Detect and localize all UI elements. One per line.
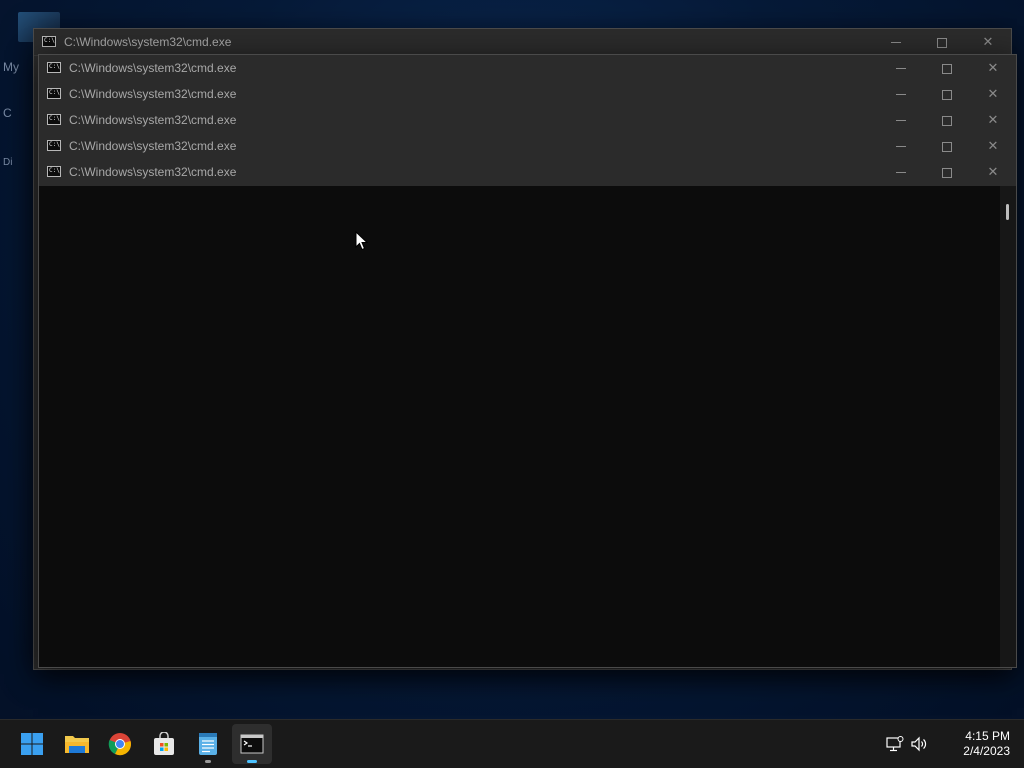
minimize-icon <box>896 146 906 148</box>
close-button[interactable]: ✕ <box>965 29 1011 55</box>
clock-time: 4:15 PM <box>965 729 1010 743</box>
minimize-button[interactable] <box>873 29 919 55</box>
maximize-icon <box>942 115 952 126</box>
maximize-button[interactable] <box>919 29 965 55</box>
minimize-icon <box>891 42 901 44</box>
close-icon: ✕ <box>987 60 999 75</box>
window-titlebar[interactable]: C:\_ C:\Windows\system32\cmd.exe ✕ <box>34 29 1011 56</box>
minimize-button[interactable] <box>878 107 924 133</box>
close-button[interactable]: ✕ <box>970 107 1016 133</box>
window-title: C:\Windows\system32\cmd.exe <box>69 61 237 75</box>
maximize-icon <box>942 141 952 152</box>
file-explorer-button[interactable] <box>56 724 96 764</box>
cmd-icon: C:\_ <box>47 62 61 73</box>
minimize-button[interactable] <box>878 159 924 185</box>
chrome-icon <box>108 733 131 756</box>
active-indicator <box>247 760 257 763</box>
desktop-label: C <box>3 106 12 120</box>
close-icon: ✕ <box>987 112 999 127</box>
minimize-button[interactable] <box>878 133 924 159</box>
close-button[interactable]: ✕ <box>970 133 1016 159</box>
console-output[interactable] <box>39 186 1000 667</box>
minimize-icon <box>896 94 906 96</box>
store-icon <box>154 732 174 755</box>
start-button[interactable] <box>12 724 52 764</box>
window-titlebar[interactable]: C:\_ C:\Windows\system32\cmd.exe ✕ <box>39 81 1016 108</box>
notepad-button[interactable] <box>188 724 228 764</box>
minimize-icon <box>896 68 906 70</box>
desktop-label: My <box>3 60 19 74</box>
running-indicator <box>205 760 211 763</box>
volume-icon[interactable] <box>910 736 928 752</box>
window-title: C:\Windows\system32\cmd.exe <box>64 35 232 49</box>
minimize-icon <box>896 172 906 174</box>
close-button[interactable]: ✕ <box>970 55 1016 81</box>
minimize-button[interactable] <box>878 81 924 107</box>
maximize-button[interactable] <box>924 81 970 107</box>
terminal-icon <box>240 734 264 754</box>
folder-icon <box>65 736 89 753</box>
maximize-button[interactable] <box>924 159 970 185</box>
chrome-button[interactable] <box>100 724 140 764</box>
cmd-icon: C:\_ <box>47 88 61 99</box>
cmd-icon: C:\_ <box>47 166 61 177</box>
maximize-icon <box>937 37 947 48</box>
desktop-label: Di <box>3 157 13 168</box>
maximize-button[interactable] <box>924 107 970 133</box>
vertical-scrollbar[interactable] <box>1000 186 1016 667</box>
window-title: C:\Windows\system32\cmd.exe <box>69 113 237 127</box>
close-icon: ✕ <box>987 86 999 101</box>
network-icon[interactable] <box>886 736 904 752</box>
window-title: C:\Windows\system32\cmd.exe <box>69 87 237 101</box>
microsoft-store-button[interactable] <box>144 724 184 764</box>
clock-date: 2/4/2023 <box>963 744 1010 758</box>
window-title: C:\Windows\system32\cmd.exe <box>69 139 237 153</box>
close-button[interactable]: ✕ <box>970 159 1016 185</box>
command-prompt-button[interactable] <box>232 724 272 764</box>
notepad-icon <box>199 733 217 755</box>
clock[interactable]: 4:15 PM 2/4/2023 <box>950 729 1010 759</box>
window-titlebar[interactable]: C:\_ C:\Windows\system32\cmd.exe ✕ <box>39 133 1016 160</box>
taskbar: 4:15 PM 2/4/2023 <box>0 719 1024 768</box>
window-title: C:\Windows\system32\cmd.exe <box>69 165 237 179</box>
cmd-icon: C:\_ <box>47 140 61 151</box>
maximize-icon <box>942 167 952 178</box>
maximize-icon <box>942 63 952 74</box>
scroll-thumb[interactable] <box>1006 204 1009 220</box>
minimize-button[interactable] <box>878 55 924 81</box>
cmd-window-stack[interactable]: C:\_ C:\Windows\system32\cmd.exe ✕ C:\_ … <box>38 54 1017 668</box>
close-icon: ✕ <box>987 138 999 153</box>
minimize-icon <box>896 120 906 122</box>
close-button[interactable]: ✕ <box>970 81 1016 107</box>
cmd-icon: C:\_ <box>42 36 56 47</box>
windows-logo-icon <box>21 733 43 755</box>
window-titlebar[interactable]: C:\_ C:\Windows\system32\cmd.exe ✕ <box>39 159 1016 187</box>
system-tray: 4:15 PM 2/4/2023 <box>884 720 1024 768</box>
window-titlebar[interactable]: C:\_ C:\Windows\system32\cmd.exe ✕ <box>39 107 1016 134</box>
close-icon: ✕ <box>982 34 994 49</box>
cmd-icon: C:\_ <box>47 114 61 125</box>
maximize-button[interactable] <box>924 133 970 159</box>
mouse-cursor-icon <box>355 231 369 251</box>
maximize-button[interactable] <box>924 55 970 81</box>
maximize-icon <box>942 89 952 100</box>
window-titlebar[interactable]: C:\_ C:\Windows\system32\cmd.exe ✕ <box>39 55 1016 82</box>
close-icon: ✕ <box>987 164 999 179</box>
